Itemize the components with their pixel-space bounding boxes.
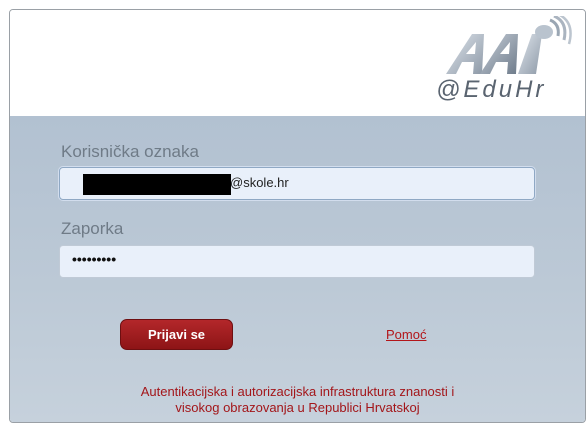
password-masked-value: ••••••••• [72, 251, 117, 267]
login-panel: Korisnička oznaka @skole.hr Zaporka ••••… [10, 116, 585, 422]
redacted-username-block [83, 174, 231, 195]
header: @EduHr [10, 10, 585, 116]
logo-tagline: @EduHr [436, 76, 547, 103]
username-field[interactable]: @skole.hr [59, 167, 535, 200]
footer-description: Autentikacijska i autorizacijska infrast… [40, 384, 555, 416]
login-button[interactable]: Prijavi se [120, 319, 233, 350]
username-label: Korisnička oznaka [61, 142, 199, 161]
help-link[interactable]: Pomoć [386, 327, 426, 342]
login-window: @EduHr Korisnička oznaka @skole.hr Zapor… [9, 9, 586, 423]
footer-line-2: visokog obrazovanja u Republici Hrvatsko… [175, 400, 420, 415]
password-field[interactable]: ••••••••• [59, 245, 535, 278]
footer-line-1: Autentikacijska i autorizacijska infrast… [140, 384, 455, 399]
username-value-suffix: @skole.hr [230, 175, 289, 190]
password-label: Zaporka [61, 219, 124, 238]
